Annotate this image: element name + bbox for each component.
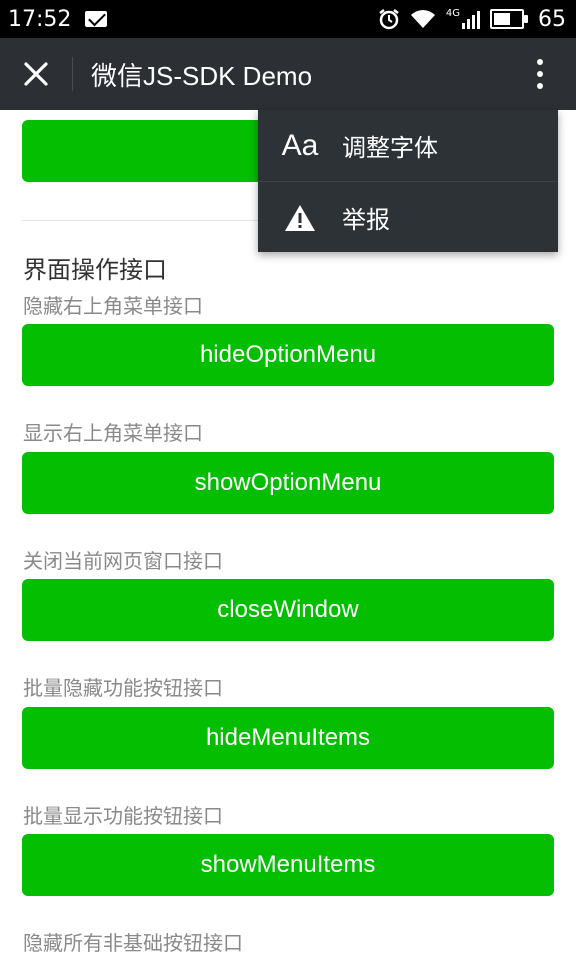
- warning-icon: [258, 204, 342, 232]
- show-menu-items-button[interactable]: showMenuItems: [22, 834, 554, 896]
- item-label: 显示右上角菜单接口: [23, 421, 203, 445]
- more-options-button[interactable]: [504, 38, 576, 110]
- menu-item-report[interactable]: 举报: [258, 181, 558, 253]
- signal-bar: [462, 23, 465, 29]
- signal-bar: [467, 19, 470, 29]
- menu-item-label: 调整字体: [342, 134, 438, 162]
- signal-bar: [477, 11, 480, 29]
- section-title: 界面操作接口: [23, 256, 167, 284]
- status-time: 17:52: [8, 6, 72, 32]
- close-icon: [24, 62, 48, 86]
- item-label: 隐藏所有非基础按钮接口: [23, 931, 243, 955]
- item-label: 隐藏右上角菜单接口: [23, 294, 203, 318]
- more-icon: [537, 56, 543, 92]
- status-bar: 17:52 4G 65: [0, 0, 576, 38]
- font-size-glyph: Aa: [281, 128, 319, 162]
- title-divider: [72, 57, 73, 91]
- font-size-icon: Aa: [258, 129, 342, 163]
- alarm-icon: [379, 9, 399, 30]
- title-bar: 微信JS-SDK Demo: [0, 38, 576, 110]
- hide-option-menu-button[interactable]: hideOptionMenu: [22, 324, 554, 386]
- close-window-button[interactable]: closeWindow: [22, 579, 554, 641]
- battery-level: 65: [538, 6, 566, 32]
- status-indicators: 4G 65: [378, 7, 566, 32]
- hide-menu-items-button[interactable]: hideMenuItems: [22, 707, 554, 769]
- network-type: 4G: [445, 8, 460, 19]
- item-label: 批量显示功能按钮接口: [23, 804, 223, 828]
- mail-notification-icon: [85, 11, 108, 27]
- menu-item-adjust-font[interactable]: Aa 调整字体: [258, 110, 558, 181]
- options-dropdown: Aa 调整字体 举报: [258, 110, 558, 252]
- page-title: 微信JS-SDK Demo: [91, 60, 313, 91]
- wifi-icon: [410, 10, 435, 28]
- item-label: 批量隐藏功能按钮接口: [23, 676, 223, 700]
- signal-bar: [472, 15, 475, 29]
- battery-icon: [490, 9, 528, 29]
- show-option-menu-button[interactable]: showOptionMenu: [22, 452, 554, 514]
- menu-item-label: 举报: [342, 206, 390, 234]
- close-button[interactable]: [0, 38, 72, 110]
- network-indicator: 4G: [446, 9, 480, 29]
- item-label: 关闭当前网页窗口接口: [23, 549, 223, 573]
